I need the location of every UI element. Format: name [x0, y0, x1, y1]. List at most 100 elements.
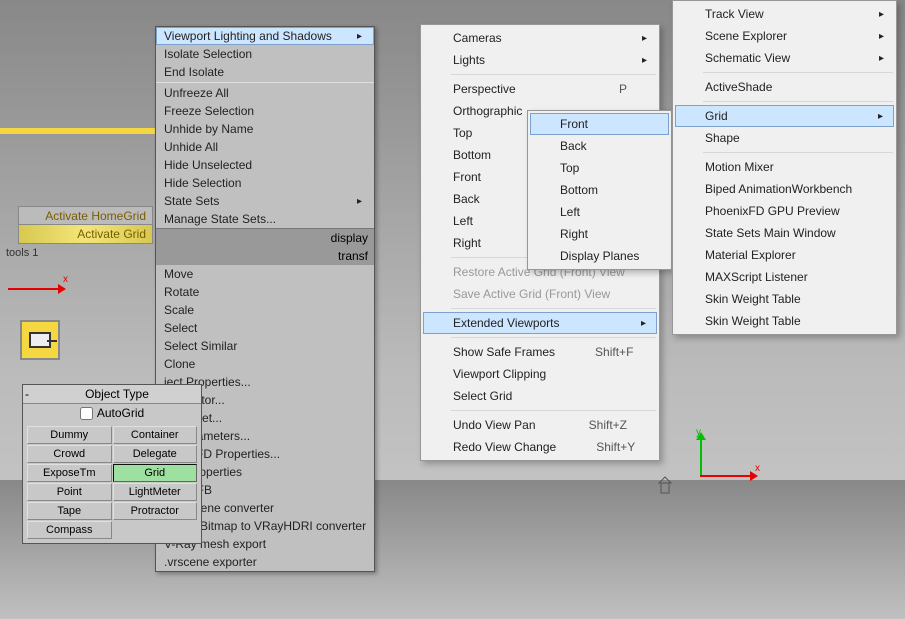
menu-item[interactable]: Right — [530, 223, 669, 245]
menu-item-label: Grid — [705, 109, 728, 123]
menu-item[interactable]: Show Safe FramesShift+F — [423, 341, 657, 363]
menu-item[interactable]: PerspectiveP — [423, 78, 657, 100]
menu-item[interactable]: Hide Selection — [156, 174, 374, 192]
object-type-button[interactable]: Point — [27, 483, 112, 501]
menu-item[interactable]: Isolate Selection — [156, 45, 374, 63]
menu-item[interactable]: State Sets Main Window — [675, 222, 894, 244]
menu-item-label: Shape — [705, 131, 740, 145]
menu-item-label: Bottom — [560, 183, 598, 197]
axis-x-label: x — [755, 463, 760, 474]
menu-item[interactable]: Scale — [156, 301, 374, 319]
menu-item[interactable]: Unfreeze All — [156, 84, 374, 102]
viewport-highlight-bar — [0, 128, 155, 134]
object-type-header[interactable]: - Object Type — [23, 385, 201, 404]
menu-item[interactable]: State Sets — [156, 192, 374, 210]
menu-item[interactable]: Skin Weight Table — [675, 310, 894, 332]
autogrid-label: AutoGrid — [97, 406, 144, 420]
menu-shortcut: Shift+Z — [589, 418, 627, 432]
menu-item[interactable]: Redo View ChangeShift+Y — [423, 436, 657, 458]
menu-item[interactable]: MAXScript Listener — [675, 266, 894, 288]
menu-item-label: Left — [560, 205, 580, 219]
collapse-icon[interactable]: - — [25, 387, 35, 401]
object-type-button[interactable]: Crowd — [27, 445, 112, 463]
menu-item[interactable]: ActiveShade — [675, 76, 894, 98]
menu-item[interactable]: Material Explorer — [675, 244, 894, 266]
object-type-button[interactable]: Delegate — [113, 445, 198, 463]
menu-item[interactable]: Biped AnimationWorkbench — [675, 178, 894, 200]
menu-item: Save Active Grid (Front) View — [423, 283, 657, 305]
menu-item[interactable]: End Isolate — [156, 63, 374, 81]
object-type-button[interactable]: LightMeter — [113, 483, 198, 501]
menu-item[interactable]: Display Planes — [530, 245, 669, 267]
menu-item-label: Top — [560, 161, 579, 175]
menu-item[interactable]: Back — [530, 135, 669, 157]
autogrid-checkbox[interactable] — [80, 407, 93, 420]
quad-transform-title: transf — [156, 247, 374, 265]
menu-item[interactable]: Front — [530, 113, 669, 135]
menu-item[interactable]: Left — [530, 201, 669, 223]
menu-item-label: MAXScript Listener — [705, 270, 808, 284]
object-type-button[interactable]: Tape — [27, 502, 112, 520]
object-buttons-grid: DummyContainerCrowdDelegateExposeTmGridP… — [23, 422, 201, 543]
menu-item-label: Skin Weight Table — [705, 292, 801, 306]
menu-item[interactable]: Motion Mixer — [675, 156, 894, 178]
menu-separator — [451, 308, 656, 309]
menu-item-label: Save Active Grid (Front) View — [453, 287, 610, 301]
menu-item[interactable]: Cameras — [423, 27, 657, 49]
object-type-button[interactable]: Dummy — [27, 426, 112, 444]
menu-item[interactable]: Track View — [675, 3, 894, 25]
display-label: display — [331, 231, 368, 245]
menu-item[interactable]: PhoenixFD GPU Preview — [675, 200, 894, 222]
quad-tools-label: tools 1 — [6, 247, 38, 259]
menu-item[interactable]: Extended Viewports — [423, 312, 657, 334]
menu-item[interactable]: Manage State Sets... — [156, 210, 374, 228]
menu-item[interactable]: Rotate — [156, 283, 374, 301]
menu-item[interactable]: Bottom — [530, 179, 669, 201]
object-type-title: Object Type — [35, 387, 199, 401]
menu-item-label: PhoenixFD GPU Preview — [705, 204, 840, 218]
object-type-button[interactable]: Grid — [113, 464, 198, 482]
menu-item[interactable]: .vrscene exporter — [156, 553, 374, 571]
menu-item[interactable]: Viewport Lighting and Shadows — [156, 27, 374, 45]
menu-item-label: Extended Viewports — [453, 316, 560, 330]
menu-item[interactable]: Unhide by Name — [156, 120, 374, 138]
menu-item-label: Back — [453, 192, 480, 206]
tape-tool-icon[interactable] — [20, 320, 60, 360]
transform-label: transf — [338, 249, 368, 263]
menu-item-label: Right — [560, 227, 588, 241]
menu-item[interactable]: Grid — [675, 105, 894, 127]
menu-item-label: Material Explorer — [705, 248, 796, 262]
menu-item[interactable]: Lights — [423, 49, 657, 71]
object-type-button[interactable]: Protractor — [113, 502, 198, 520]
menu-item[interactable]: Shape — [675, 127, 894, 149]
object-type-button[interactable]: Container — [113, 426, 198, 444]
menu-separator — [451, 410, 656, 411]
menu-item[interactable]: Clone — [156, 355, 374, 373]
menu-item[interactable]: Select — [156, 319, 374, 337]
quad-activate-grid[interactable]: Activate Grid — [18, 224, 153, 244]
menu-item[interactable]: Freeze Selection — [156, 102, 374, 120]
menu-item[interactable]: Hide Unselected — [156, 156, 374, 174]
menu-item-label: Front — [560, 117, 588, 131]
menu-item[interactable]: Select Similar — [156, 337, 374, 355]
axis-y-label: y — [696, 427, 701, 438]
axis-y — [700, 440, 702, 475]
menu-item[interactable]: Undo View PanShift+Z — [423, 414, 657, 436]
menu-item[interactable]: Schematic View — [675, 47, 894, 69]
object-type-button[interactable]: Compass — [27, 521, 112, 539]
axis-x-label: x — [63, 274, 68, 285]
menu-item[interactable]: Top — [530, 157, 669, 179]
object-type-button[interactable]: ExposeTm — [27, 464, 112, 482]
menu-item[interactable]: Move — [156, 265, 374, 283]
menu-separator — [703, 72, 893, 73]
menu-item[interactable]: Select Grid — [423, 385, 657, 407]
menu-item[interactable]: Scene Explorer — [675, 25, 894, 47]
autogrid-row: AutoGrid — [23, 404, 201, 422]
menu-item[interactable]: Viewport Clipping — [423, 363, 657, 385]
menu-item[interactable]: Skin Weight Table — [675, 288, 894, 310]
quad-display-title: display — [156, 228, 374, 247]
menu-item[interactable]: Unhide All — [156, 138, 374, 156]
menu-item-label: Front — [453, 170, 481, 184]
quad-activate-homegrid[interactable]: Activate HomeGrid — [18, 206, 153, 226]
menu-item-label: Bottom — [453, 148, 491, 162]
